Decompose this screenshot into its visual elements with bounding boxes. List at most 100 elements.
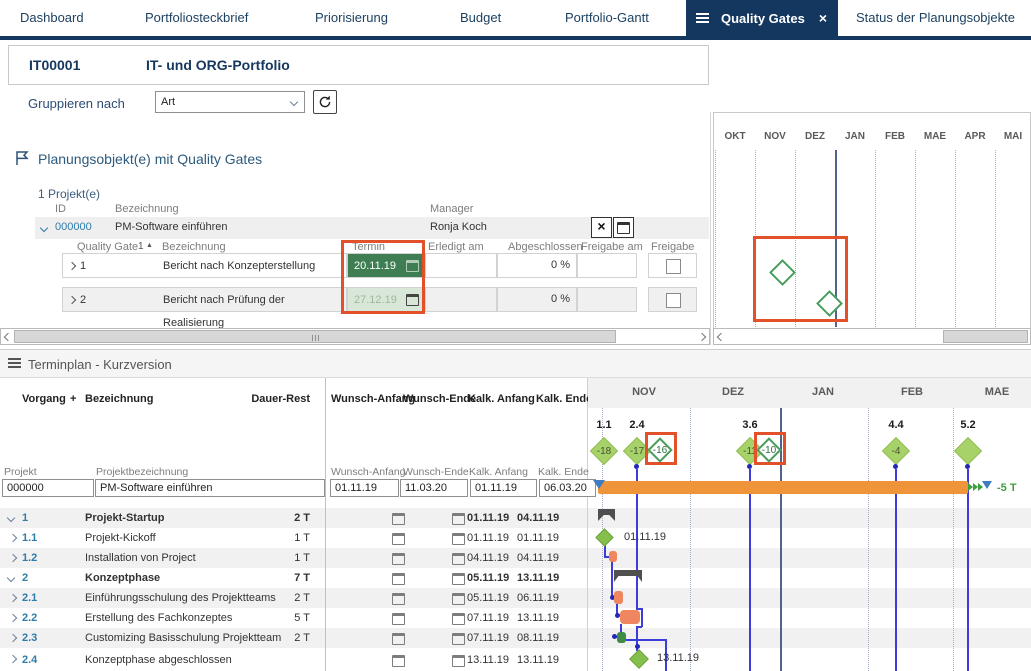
milestone-diamond[interactable]	[954, 437, 982, 465]
menu-icon[interactable]	[696, 13, 709, 15]
calendar-icon[interactable]	[392, 573, 405, 585]
task-row[interactable]: 2.3 Customizing Basisschulung Projekttea…	[0, 628, 587, 648]
col-vorgang[interactable]: Vorgang	[22, 393, 66, 405]
calendar-icon[interactable]	[452, 533, 465, 545]
col-dauer-rest[interactable]: Dauer-Rest	[240, 393, 310, 405]
scroll-left-icon[interactable]	[717, 333, 725, 341]
calendar-icon[interactable]	[392, 613, 405, 625]
calendar-icon[interactable]	[392, 633, 405, 645]
gate-erledigt-cell[interactable]	[425, 287, 497, 312]
collapse-icon[interactable]	[7, 514, 15, 522]
task-nr: 2.4	[22, 654, 37, 666]
tab-status-planungsobjekte[interactable]: Status der Planungsobjekte	[856, 0, 1015, 36]
task-row[interactable]: 1.2 Installation von Project 1 T 04.11.1…	[0, 548, 587, 568]
gate-erledigt-cell[interactable]	[425, 253, 497, 278]
task-row[interactable]: 2.4 Konzeptphase abgeschlossen 13.11.19 …	[0, 648, 587, 671]
calendar-icon[interactable]	[392, 593, 405, 605]
refresh-button[interactable]	[313, 90, 337, 114]
gate-freigabe-am-cell[interactable]	[577, 253, 637, 278]
tab-portfoliosteckbrief[interactable]: Portfoliosteckbrief	[145, 0, 248, 36]
tab-priorisierung[interactable]: Priorisierung	[315, 0, 388, 36]
project-name-field[interactable]: PM-Software einführen	[95, 479, 325, 497]
expand-icon[interactable]	[9, 614, 17, 622]
kalk-anfang-field[interactable]: 01.11.19	[470, 479, 537, 497]
project-id-field[interactable]: 000000	[2, 479, 94, 497]
task-nr: 2.2	[22, 612, 37, 624]
calendar-icon[interactable]	[392, 655, 405, 667]
milestone-diamond[interactable]: -18	[590, 437, 618, 465]
task-bar[interactable]	[614, 591, 623, 604]
col-erledigt-am[interactable]: Erledigt am	[428, 241, 484, 253]
task-bar[interactable]	[617, 632, 626, 643]
task-bar[interactable]	[609, 551, 617, 562]
milestone-diamond[interactable]: -4	[882, 437, 910, 465]
add-task-button[interactable]: +	[70, 393, 76, 405]
gate-freigabe-am-cell[interactable]	[577, 287, 637, 312]
termin-highlight-box	[341, 240, 425, 314]
menu-icon[interactable]	[8, 358, 21, 360]
expand-icon[interactable]	[9, 634, 17, 642]
group-by-select[interactable]: Art	[155, 91, 305, 113]
calendar-icon[interactable]	[452, 593, 465, 605]
tab-portfolio-gantt[interactable]: Portfolio-Gantt	[565, 0, 649, 36]
mini-hscrollbar[interactable]	[713, 328, 1031, 345]
calendar-icon[interactable]	[392, 553, 405, 565]
task-name: Projekt-Startup	[85, 512, 164, 524]
wunsch-ende-field[interactable]: 11.03.20	[400, 479, 468, 497]
scrollbar-thumb[interactable]	[14, 330, 616, 343]
scroll-left-icon[interactable]	[4, 333, 12, 341]
scrollbar-thumb[interactable]	[943, 330, 1028, 343]
expand-icon[interactable]	[68, 262, 76, 270]
collapse-icon[interactable]	[40, 224, 48, 232]
expand-icon[interactable]	[9, 554, 17, 562]
milestone-label: 1.1	[590, 419, 618, 431]
col-projektbezeichnung: Projektbezeichnung	[96, 466, 188, 478]
scroll-right-icon[interactable]	[698, 333, 706, 341]
col-freigabe-am[interactable]: Freigabe am	[581, 241, 643, 253]
task-row[interactable]: 2.2 Erstellung des Fachkonzeptes 5 T 07.…	[0, 608, 587, 628]
calendar-icon[interactable]	[452, 633, 465, 645]
tab-budget[interactable]: Budget	[460, 0, 501, 36]
project-id-link[interactable]: 000000	[55, 221, 92, 233]
clear-button[interactable]: ×	[591, 217, 612, 238]
left-hscrollbar[interactable]	[0, 328, 710, 345]
close-tab-icon[interactable]: ×	[819, 10, 827, 26]
expand-icon[interactable]	[9, 534, 17, 542]
col-gate-bezeichnung[interactable]: Bezeichnung	[162, 241, 226, 253]
task-row[interactable]: 2.1 Einführungsschulung des Projektteams…	[0, 588, 587, 608]
col-quality-gate[interactable]: Quality Gate	[77, 241, 138, 253]
tab-dashboard[interactable]: Dashboard	[20, 0, 84, 36]
task-ka: 01.11.19	[467, 512, 509, 524]
task-bar[interactable]	[620, 610, 640, 624]
tab-quality-gates[interactable]: Quality Gates ×	[686, 0, 838, 36]
wunsch-anfang-field[interactable]: 01.11.19	[330, 479, 399, 497]
project-gantt-bar[interactable]	[598, 481, 968, 494]
task-milestone-diamond[interactable]	[595, 528, 613, 546]
calendar-icon[interactable]	[452, 573, 465, 585]
calendar-icon[interactable]	[452, 513, 465, 525]
col-wunsch-ende[interactable]: Wunsch-Ende	[403, 393, 476, 405]
col-bezeichnung[interactable]: Bezeichnung	[85, 393, 153, 405]
task-milestone-diamond[interactable]	[629, 649, 649, 669]
task-row[interactable]: 1.1 Projekt-Kickoff 1 T 01.11.19 01.11.1…	[0, 528, 587, 548]
col-kalk-anfang[interactable]: Kalk. Anfang	[468, 393, 535, 405]
collapse-icon[interactable]	[7, 574, 15, 582]
kalk-ende-field[interactable]: 06.03.20	[539, 479, 596, 497]
col-freigabe[interactable]: Freigabe	[651, 241, 694, 253]
freigabe-checkbox[interactable]	[666, 259, 681, 274]
end-marker-icon	[982, 481, 992, 489]
calendar-icon[interactable]	[392, 533, 405, 545]
calendar-icon[interactable]	[452, 655, 465, 667]
calendar-icon[interactable]	[392, 513, 405, 525]
expand-icon[interactable]	[9, 594, 17, 602]
task-row[interactable]: 1 Projekt-Startup 2 T 01.11.19 04.11.19	[0, 508, 587, 528]
freigabe-checkbox[interactable]	[666, 293, 681, 308]
calendar-icon[interactable]	[452, 613, 465, 625]
expand-icon[interactable]	[68, 296, 76, 304]
task-row[interactable]: 2 Konzeptphase 7 T 05.11.19 13.11.19	[0, 568, 587, 588]
col-kalk-ende[interactable]: Kalk. Ende	[536, 393, 592, 405]
calendar-icon[interactable]	[452, 553, 465, 565]
expand-icon[interactable]	[9, 655, 17, 663]
calendar-button[interactable]	[613, 217, 634, 238]
col-abgeschlossen[interactable]: Abgeschlossen	[508, 241, 583, 253]
